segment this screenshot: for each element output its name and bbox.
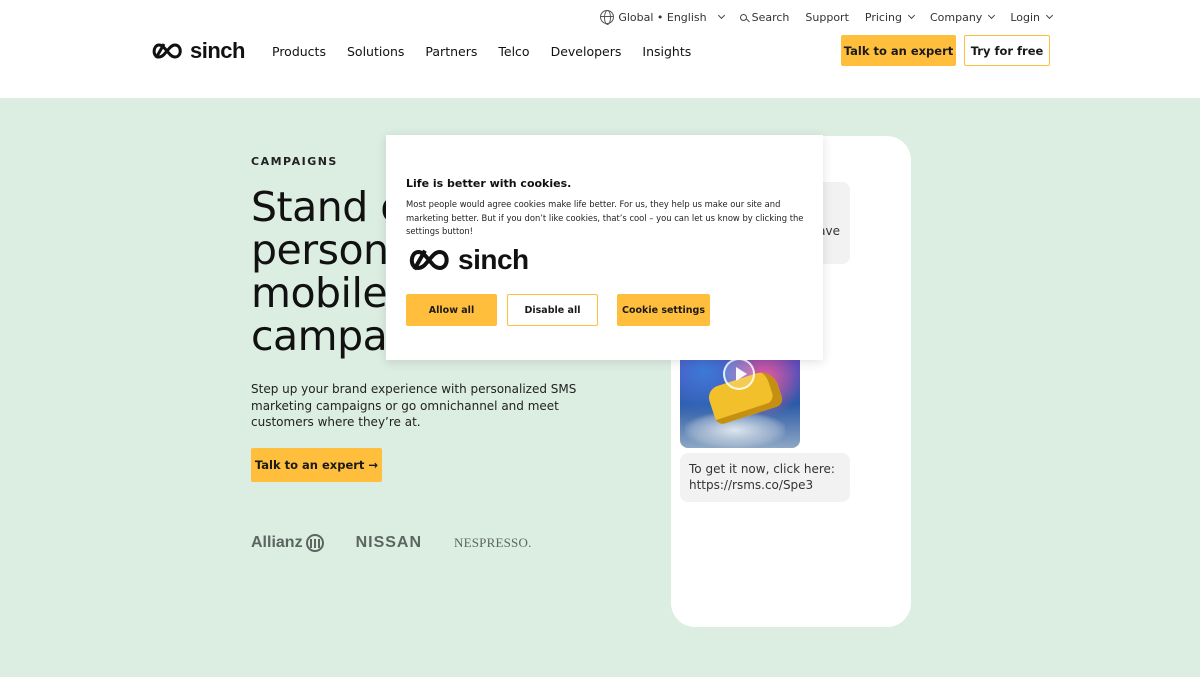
try-for-free-button[interactable]: Try for free — [964, 35, 1050, 66]
nav-item-partners[interactable]: Partners — [425, 44, 477, 59]
main-nav: Products Solutions Partners Telco Develo… — [272, 44, 691, 59]
disable-all-button[interactable]: Disable all — [507, 294, 598, 326]
nav-item-solutions[interactable]: Solutions — [347, 44, 404, 59]
search-icon — [739, 13, 747, 21]
logo-wordmark: sinch — [190, 38, 245, 63]
login-menu[interactable]: Login — [1010, 10, 1054, 24]
cookie-body: Most people would agree cookies make lif… — [406, 199, 804, 236]
eyebrow-label: CAMPAIGNS — [251, 155, 338, 168]
link-message-bubble: To get it now, click here: https://rsms.… — [680, 453, 850, 502]
nav-item-insights[interactable]: Insights — [642, 44, 691, 59]
locale-label: Global • English — [618, 10, 707, 24]
company-menu[interactable]: Company — [929, 10, 996, 24]
customer-logos: Allianz NISSAN NESPRESSO. — [251, 534, 532, 552]
site-header: Global • English Search Support Pricing … — [0, 0, 1200, 98]
allow-all-button[interactable]: Allow all — [406, 294, 497, 326]
hero-cta-label: Talk to an expert — [254, 458, 365, 472]
nissan-logo: NISSAN — [355, 534, 423, 551]
globe-icon — [600, 10, 615, 25]
nav-item-developers[interactable]: Developers — [551, 44, 622, 59]
sinch-logo[interactable]: sinch — [150, 38, 245, 64]
cookie-logo-wordmark: sinch — [458, 244, 529, 275]
support-link[interactable]: Support — [805, 11, 848, 24]
pricing-label: Pricing — [864, 10, 902, 24]
nav-item-telco[interactable]: Telco — [498, 44, 529, 59]
allianz-logo: Allianz — [251, 534, 324, 552]
pricing-menu[interactable]: Pricing — [864, 10, 916, 24]
campaign-video-thumbnail[interactable] — [680, 350, 800, 448]
talk-to-expert-button[interactable]: Talk to an expert — [841, 35, 956, 66]
arrow-right-icon: → — [368, 458, 379, 472]
sinch-mark-icon — [409, 249, 449, 271]
search-link[interactable]: Search — [739, 10, 790, 24]
cookie-settings-button[interactable]: Cookie settings — [617, 294, 710, 326]
chevron-down-icon — [907, 11, 916, 20]
nav-item-products[interactable]: Products — [272, 44, 326, 59]
company-label: Company — [929, 10, 983, 24]
chevron-down-icon — [717, 11, 725, 20]
hero-talk-to-expert-button[interactable]: Talk to an expert → — [251, 448, 382, 482]
login-label: Login — [1010, 10, 1040, 24]
nespresso-logo: NESPRESSO. — [454, 535, 532, 550]
sinch-mark-icon — [152, 43, 182, 59]
chevron-down-icon — [1045, 11, 1054, 20]
play-icon[interactable] — [723, 358, 755, 390]
allianz-eagle-icon — [305, 534, 324, 552]
cookie-sinch-logo: sinch — [406, 244, 529, 276]
hero-subcopy: Step up your brand experience with perso… — [251, 382, 577, 429]
search-label: Search — [751, 10, 790, 24]
cookie-title: Life is better with cookies. — [406, 177, 572, 190]
cookie-consent-dialog: Life is better with cookies. Most people… — [386, 135, 823, 360]
allianz-wordmark: Allianz — [251, 534, 303, 551]
chevron-down-icon — [988, 11, 996, 20]
support-label: Support — [805, 10, 849, 24]
locale-selector[interactable]: Global • English — [600, 10, 725, 25]
utility-nav: Global • English Search Support Pricing … — [600, 8, 1054, 26]
